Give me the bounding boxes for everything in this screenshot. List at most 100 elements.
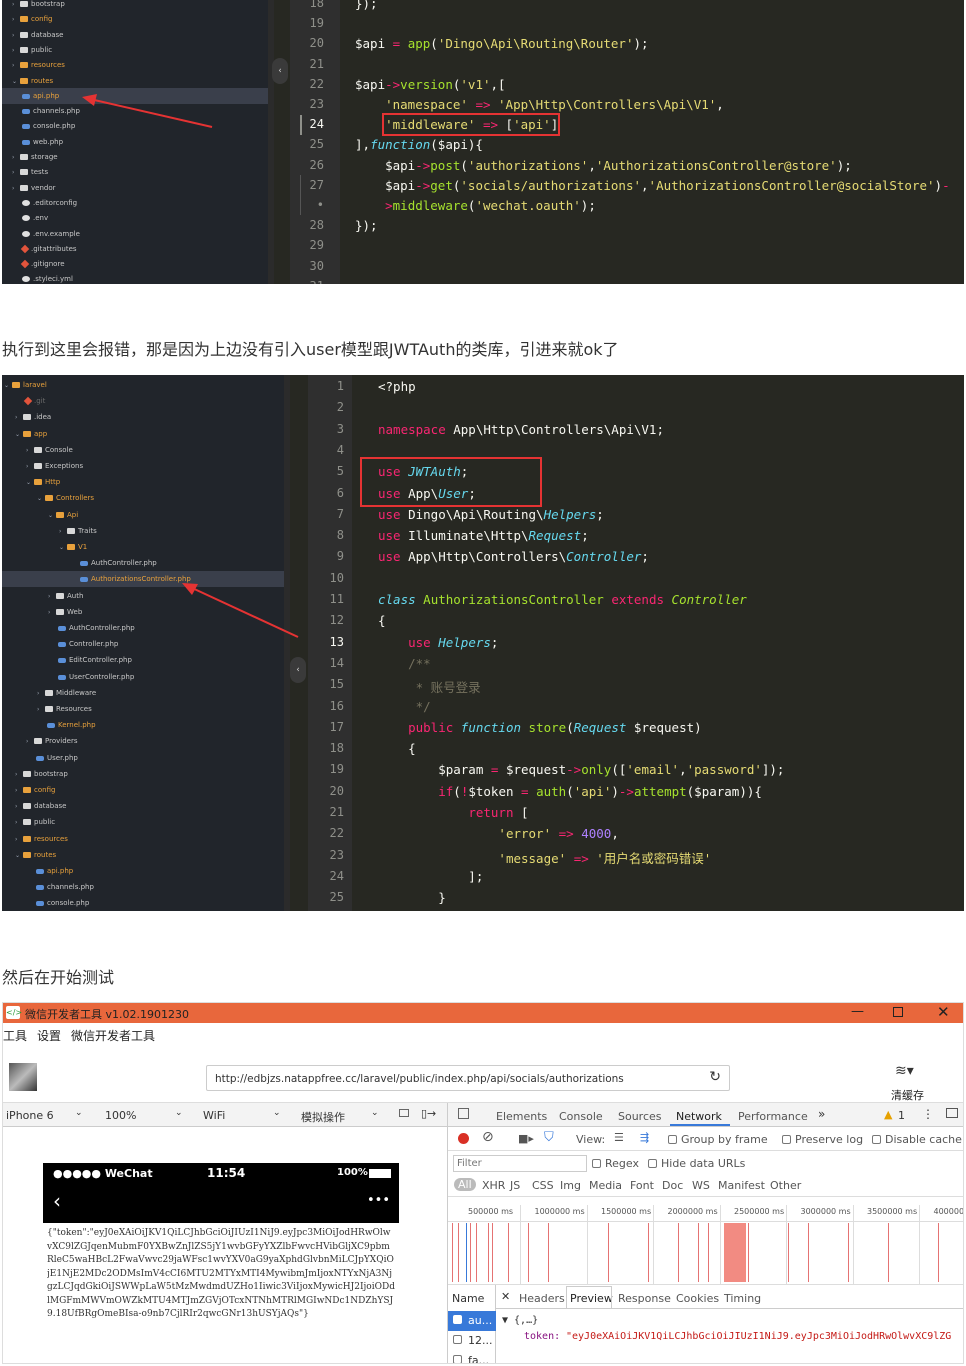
chevron-down-icon: ⌄ [75,1108,83,1118]
dock-icon[interactable] [946,1108,958,1118]
phone-response-text: {"token":"eyJ0eXAiOiJKV1QiLCJhbGciOiJIUz… [47,1228,395,1319]
filter-type-manifest[interactable]: Manifest [718,1179,765,1192]
tab-elements[interactable]: Elements [496,1110,547,1123]
table-row[interactable]: fa... [448,1351,496,1363]
tab-timing[interactable]: Timing [724,1292,761,1305]
timeline-event-mark [476,1223,477,1282]
timeline-gridline [653,1205,654,1284]
clear-icon[interactable]: ⊘ [482,1129,494,1145]
timeline-tick-label: 3000000 ms [800,1207,851,1216]
filter-row: Regex Hide data URLs [448,1151,963,1175]
detach-icon[interactable]: ▯→ [421,1107,436,1120]
filter-type-font[interactable]: Font [630,1179,654,1192]
timeline-event-mark [808,1223,809,1282]
filter-type-img[interactable]: Img [560,1179,581,1192]
timeline-event-mark [708,1223,709,1282]
timeline-gridline [919,1205,920,1284]
timeline-tick-label: 1500000 ms [601,1207,652,1216]
preview-token-value: "eyJ0eXAiOiJKV1QiLCJhbGciOiJIUzI1NiJ9.ey… [566,1331,952,1342]
caption-2: 然后在开始测试 [2,968,115,987]
rotate-icon[interactable] [399,1109,409,1117]
refresh-icon[interactable]: ↻ [709,1069,721,1085]
close-icon[interactable]: ✕ [937,1003,950,1021]
minimize-icon[interactable]: — [851,1004,864,1019]
timeline-event-mark [608,1223,609,1282]
filter-type-xhr[interactable]: XHR [482,1179,505,1192]
filter-type-other[interactable]: Other [770,1179,801,1192]
carrier-label: ●●●●● WeChat [53,1167,153,1180]
waterfall-icon[interactable]: ⇶ [640,1131,649,1144]
tab-sources[interactable]: Sources [618,1110,662,1123]
timeline-event-mark [458,1223,459,1282]
preserve-log-checkbox[interactable]: Preserve log [782,1133,863,1146]
menu-settings[interactable]: 设置 [37,1027,61,1044]
code-line: use Illuminate\Http\Request; [378,528,589,544]
table-row[interactable]: au... [448,1311,496,1331]
filter-type-media[interactable]: Media [589,1179,622,1192]
inspect-icon[interactable] [458,1108,469,1119]
timeline-dom-marker [466,1223,467,1282]
disable-cache-checkbox[interactable]: Disable cache [872,1133,962,1146]
back-icon[interactable]: ‹ [53,1189,61,1213]
close-detail-icon[interactable]: ✕ [501,1290,510,1303]
code-editor-screenshot-2: ⌄ laravel .git › .idea ⌄ app › Console › Exception… [2,375,964,911]
tab-network[interactable]: Network [676,1110,722,1123]
table-row[interactable]: 12... [448,1331,496,1351]
devtools-panel: Elements Console Sources Network Perform… [447,1103,963,1363]
tab-headers[interactable]: Headers [519,1292,565,1305]
request-table: Name au... 12... fa... ✕ Headers Preview… [448,1285,963,1363]
filter-type-doc[interactable]: Doc [662,1179,683,1192]
filter-type-css[interactable]: CSS [532,1179,554,1192]
more-icon[interactable]: ••• [367,1193,390,1208]
url-bar[interactable]: http://edbjzs.natappfree.cc/laravel/publ… [206,1065,730,1091]
tab-performance[interactable]: Performance [738,1110,808,1123]
code-editor-screenshot-1: › bootstrap › config › database › public › resour… [2,0,964,284]
network-select[interactable]: WiFi [203,1109,225,1122]
preview-root[interactable]: ▼ {,…} [502,1315,538,1326]
clear-cache-button[interactable]: 清缓存 [891,1087,924,1103]
video-icon[interactable]: ■▸ [518,1132,534,1145]
timeline-event-mark [508,1223,509,1282]
menu-dots-icon[interactable]: ⋮ [922,1107,934,1121]
filter-icon[interactable]: ⛉ [544,1130,554,1145]
group-by-frame-checkbox[interactable]: Group by frame [668,1133,768,1146]
caption-1: 执行到这里会报错，那是因为上边没有引入user模型跟JWTAuth的类库，引进来… [2,340,619,359]
timeline-tick-label: 2000000 ms [667,1207,718,1216]
network-overview-timeline: 500000 ms 1000000 ms 1500000 ms 2000000 ms 2… [448,1205,963,1285]
filter-type-all[interactable]: All [454,1178,476,1191]
tab-cookies[interactable]: Cookies [676,1292,719,1305]
code-line: 'message' => '用户名或密码错误' [498,850,712,866]
code-line: $api->get('socials/authorizations','Auth… [355,177,950,193]
simulate-select[interactable]: 模拟操作 [301,1109,345,1125]
code-line: 'error' => 4000, [498,826,619,842]
hide-data-urls-checkbox[interactable]: Hide data URLs [648,1157,745,1170]
list-view-icon[interactable]: ☰ [614,1131,624,1144]
code-line: }); [355,0,378,11]
menu-tools[interactable]: 工具 [3,1027,27,1044]
maximize-icon[interactable] [893,1007,903,1017]
url-text: http://edbjzs.natappfree.cc/laravel/publ… [215,1073,624,1085]
timeline-event-mark [492,1223,493,1282]
zoom-select[interactable]: 100% [105,1109,136,1122]
avatar[interactable] [9,1063,37,1091]
code-line: */ [378,698,431,714]
chevron-down-icon: ⌄ [273,1108,281,1118]
menu-devtools[interactable]: 微信开发者工具 [71,1027,155,1044]
device-select[interactable]: iPhone 6 [6,1109,54,1122]
timeline-event-mark [488,1223,489,1282]
more-tabs-icon[interactable]: » [818,1107,825,1121]
code-line: } [378,890,446,906]
record-icon[interactable] [458,1133,469,1144]
warning-icon[interactable]: ▲ [884,1108,892,1121]
tab-console[interactable]: Console [559,1110,603,1123]
layers-icon[interactable]: ≋▾ [895,1063,914,1079]
code-line: 'namespace' => 'App\Http\Controllers\Api… [385,97,724,112]
filter-input[interactable] [453,1155,587,1172]
request-name: 12... [468,1334,493,1347]
timeline-tick-label: 3500000 ms [867,1207,918,1216]
filter-type-js[interactable]: JS [510,1179,520,1192]
menu-bar: 工具 设置 微信开发者工具 [3,1023,963,1043]
filter-type-ws[interactable]: WS [692,1179,710,1192]
regex-checkbox[interactable]: Regex [592,1157,639,1170]
tab-response[interactable]: Response [618,1292,671,1305]
